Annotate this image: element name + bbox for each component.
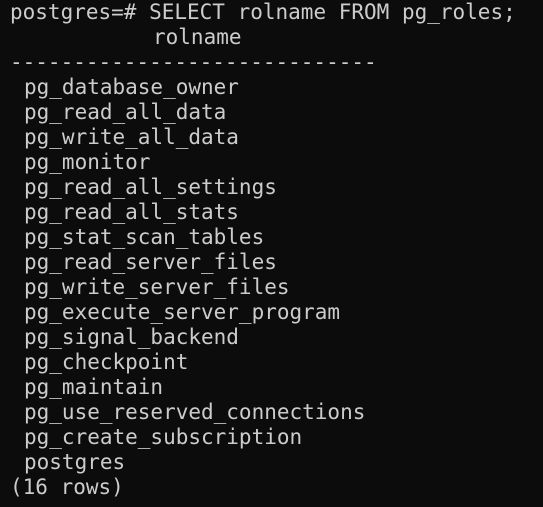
terminal-window[interactable]: postgres=# SELECT rolname FROM pg_roles;… bbox=[0, 0, 543, 507]
result-row: pg_maintain bbox=[24, 375, 164, 399]
result-row: pg_signal_backend bbox=[24, 325, 239, 349]
result-row: pg_database_owner bbox=[24, 75, 239, 99]
result-row: pg_write_server_files bbox=[24, 275, 290, 299]
result-row: pg_create_subscription bbox=[24, 425, 303, 449]
result-rows: pg_database_owner pg_read_all_data pg_writ… bbox=[0, 75, 543, 475]
result-row: pg_read_all_stats bbox=[24, 200, 239, 224]
column-header: rolname bbox=[153, 25, 242, 49]
sql-command: SELECT rolname FROM pg_roles; bbox=[149, 0, 516, 24]
result-row: pg_read_server_files bbox=[24, 250, 277, 274]
result-row: pg_execute_server_program bbox=[24, 300, 341, 324]
result-row: pg_read_all_data bbox=[24, 100, 227, 124]
psql-prompt: postgres=# bbox=[10, 0, 150, 24]
result-row: pg_checkpoint bbox=[24, 350, 189, 374]
result-row: pg_write_all_data bbox=[24, 125, 239, 149]
result-row: postgres bbox=[24, 450, 126, 474]
result-row: pg_monitor bbox=[24, 150, 151, 174]
command-line: postgres=# SELECT rolname FROM pg_roles; bbox=[0, 0, 543, 25]
result-row: pg_read_all_settings bbox=[24, 175, 277, 199]
result-row: pg_use_reserved_connections bbox=[24, 400, 366, 424]
header-separator: ----------------------------- bbox=[10, 50, 377, 74]
row-count-footer: (16 rows) bbox=[10, 475, 124, 499]
result-row: pg_stat_scan_tables bbox=[24, 225, 265, 249]
